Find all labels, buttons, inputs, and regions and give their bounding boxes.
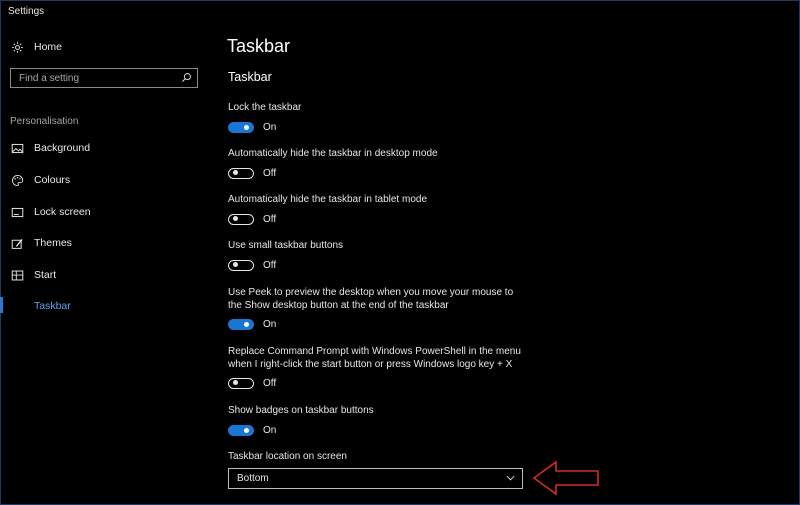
badges-toggle[interactable] bbox=[228, 424, 254, 436]
setting-row-autohide-tablet: Off bbox=[228, 212, 276, 226]
setting-label-powershell: Replace Command Prompt with Windows Powe… bbox=[228, 345, 558, 371]
setting-label-lock-taskbar: Lock the taskbar bbox=[228, 102, 302, 113]
themes-icon bbox=[10, 236, 24, 250]
setting-row-autohide-desktop: Off bbox=[228, 166, 276, 180]
lock-screen-icon bbox=[10, 205, 24, 219]
sidebar-item-lock-screen[interactable]: Lock screen bbox=[10, 202, 91, 222]
setting-label-line: the Show desktop button at the end of th… bbox=[228, 300, 449, 311]
sidebar-item-label: Start bbox=[34, 269, 57, 281]
setting-label-line: Replace Command Prompt with Windows Powe… bbox=[228, 346, 521, 357]
toggle-state-text: Off bbox=[263, 167, 277, 179]
sidebar-item-label: Background bbox=[34, 142, 91, 154]
sidebar-item-taskbar[interactable]: Taskbar bbox=[10, 296, 71, 316]
setting-row-powershell: Off bbox=[228, 376, 276, 390]
background-icon bbox=[10, 141, 24, 155]
search-input[interactable] bbox=[11, 69, 179, 87]
setting-label-autohide-tablet: Automatically hide the taskbar in tablet… bbox=[228, 194, 427, 205]
setting-label-line: when I right-click the start button or p… bbox=[228, 359, 513, 370]
home-label: Home bbox=[34, 41, 63, 53]
dropdown-selected-value: Bottom bbox=[237, 473, 269, 484]
sidebar-item-label: Colours bbox=[34, 174, 71, 186]
powershell-toggle[interactable] bbox=[228, 377, 254, 389]
gear-icon bbox=[10, 40, 24, 54]
taskbar-location-dropdown[interactable]: Bottom bbox=[228, 468, 523, 489]
sidebar-item-colours[interactable]: Colours bbox=[10, 170, 70, 190]
toggle-knob bbox=[244, 124, 249, 130]
toggle-state-text: Off bbox=[263, 377, 277, 389]
active-indicator bbox=[0, 297, 3, 313]
sidebar-item-start[interactable]: Start bbox=[10, 265, 56, 285]
toggle-knob bbox=[233, 262, 238, 267]
peek-toggle[interactable] bbox=[228, 318, 254, 330]
toggle-state-text: On bbox=[263, 424, 277, 436]
search-icon[interactable] bbox=[181, 72, 192, 83]
toggle-state-text: On bbox=[263, 318, 277, 330]
sidebar: Home Personalisation Background Colours … bbox=[0, 0, 215, 505]
toggle-knob bbox=[233, 216, 238, 221]
setting-row-badges: On bbox=[228, 423, 276, 437]
autohide-tablet-toggle[interactable] bbox=[228, 213, 254, 225]
toggle-state-text: Off bbox=[263, 213, 277, 225]
setting-label-line: Use Peek to preview the desktop when you… bbox=[228, 287, 514, 298]
taskbar-icon bbox=[10, 299, 24, 313]
toggle-knob bbox=[233, 380, 238, 385]
setting-row-peek: On bbox=[228, 317, 276, 331]
toggle-state-text: On bbox=[263, 121, 277, 133]
search-box[interactable] bbox=[10, 68, 198, 88]
taskbar-location-label: Taskbar location on screen bbox=[228, 451, 347, 462]
autohide-desktop-toggle[interactable] bbox=[228, 167, 254, 179]
sidebar-item-background[interactable]: Background bbox=[10, 138, 90, 158]
start-icon bbox=[10, 268, 24, 282]
sidebar-item-label: Lock screen bbox=[34, 206, 91, 218]
sidebar-item-label: Themes bbox=[34, 237, 72, 249]
sidebar-item-themes[interactable]: Themes bbox=[10, 233, 72, 253]
toggle-state-text: Off bbox=[263, 259, 277, 271]
setting-label-autohide-desktop: Automatically hide the taskbar in deskto… bbox=[228, 148, 438, 159]
setting-row-lock-taskbar: On bbox=[228, 120, 276, 134]
lock-taskbar-toggle[interactable] bbox=[228, 121, 254, 133]
setting-label-peek: Use Peek to preview the desktop when you… bbox=[228, 286, 558, 312]
setting-label-small-buttons: Use small taskbar buttons bbox=[228, 240, 344, 251]
annotation-arrow-icon bbox=[532, 460, 599, 496]
page-title: Taskbar bbox=[227, 36, 291, 56]
home-nav-item[interactable]: Home bbox=[10, 37, 62, 57]
section-label-personalisation: Personalisation bbox=[10, 116, 79, 127]
section-title: Taskbar bbox=[228, 70, 272, 84]
setting-label-badges: Show badges on taskbar buttons bbox=[228, 405, 374, 416]
toggle-knob bbox=[233, 170, 238, 175]
toggle-knob bbox=[244, 321, 249, 327]
setting-row-small-buttons: Off bbox=[228, 258, 276, 272]
chevron-down-icon bbox=[506, 475, 515, 481]
palette-icon bbox=[10, 173, 24, 187]
toggle-knob bbox=[244, 427, 249, 433]
sidebar-item-label: Taskbar bbox=[34, 300, 71, 312]
small-buttons-toggle[interactable] bbox=[228, 259, 254, 271]
